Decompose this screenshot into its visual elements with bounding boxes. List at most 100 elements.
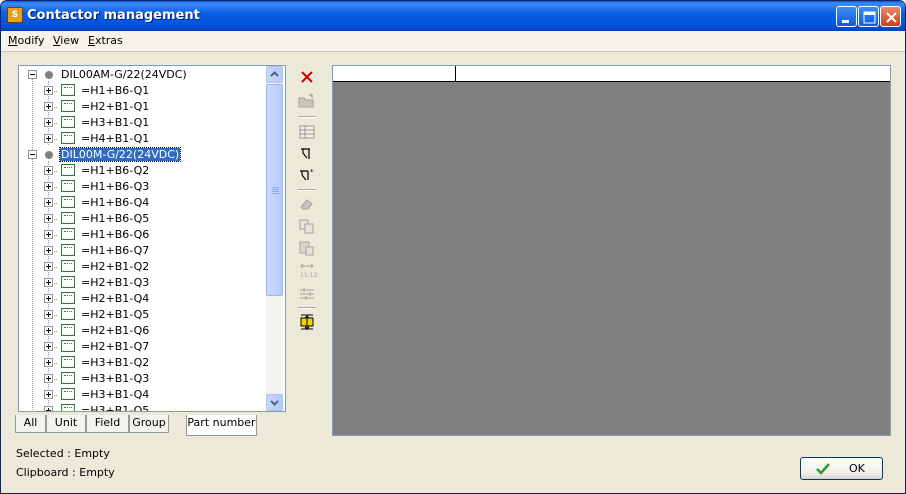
contactor-icon-mark — [64, 247, 72, 249]
tree-item-label: =H2+B1-Q1 — [81, 100, 150, 113]
tree-item-row[interactable]: =H2+B1-Q1 — [19, 99, 267, 115]
tree-item-row[interactable]: =H2+B1-Q7 — [19, 339, 267, 355]
menu-modify[interactable]: Modify — [8, 34, 44, 47]
expand-toggle[interactable] — [44, 406, 53, 411]
copy-button[interactable] — [296, 217, 318, 235]
align-button[interactable] — [296, 284, 318, 302]
thumb-grip — [272, 193, 279, 194]
expand-toggle[interactable] — [44, 342, 53, 351]
tree-scrollbar[interactable] — [266, 66, 283, 411]
tree-item-label: =H1+B6-Q2 — [81, 164, 150, 177]
checkmark-icon — [816, 463, 830, 475]
contactor-icon — [61, 116, 75, 128]
tree-item-label: =H1+B6-Q3 — [81, 180, 150, 193]
menu-extras[interactable]: Extras — [88, 34, 123, 47]
expand-toggle[interactable] — [44, 390, 53, 399]
scroll-up-button[interactable] — [266, 66, 283, 83]
thumb-grip — [272, 187, 279, 188]
expand-toggle[interactable] — [44, 374, 53, 383]
tree-item-row[interactable]: =H1+B6-Q2 — [19, 163, 267, 179]
swap-button[interactable]: 11:12 — [296, 261, 318, 279]
tree-item-row[interactable]: =H3+B1-Q5 — [19, 403, 267, 411]
contactor-tree[interactable]: DIL00AM-G/22(24VDC) =H1+B6-Q1 =H2+B1-Q1 =H3… — [18, 65, 286, 412]
thumb-grip — [272, 189, 279, 190]
open-folder-button[interactable] — [296, 92, 318, 110]
scroll-down-button[interactable] — [266, 394, 283, 411]
expand-toggle[interactable] — [44, 166, 53, 175]
tree-group-row[interactable]: DIL00AM-G/22(24VDC) — [19, 67, 267, 83]
maximize-button[interactable] — [858, 6, 879, 27]
resize-icon — [300, 314, 314, 330]
contact-star-button[interactable]: * — [296, 166, 318, 184]
tree-item-row[interactable]: =H1+B6-Q3 — [19, 179, 267, 195]
tree-group-label: DIL00M-G/22(24VDC) — [58, 147, 182, 162]
tree-item-row[interactable]: =H3+B1-Q3 — [19, 371, 267, 387]
tree-item-row[interactable]: =H2+B1-Q5 — [19, 307, 267, 323]
contactor-icon-mark — [64, 343, 72, 345]
tree-item-row[interactable]: =H1+B6-Q4 — [19, 195, 267, 211]
tree-group-label: DIL00AM-G/22(24VDC) — [61, 68, 187, 81]
grid-header[interactable] — [333, 66, 890, 82]
contactor-icon-mark — [64, 263, 72, 265]
expand-toggle[interactable] — [44, 214, 53, 223]
contactor-icon — [61, 164, 75, 176]
expand-toggle[interactable] — [44, 118, 53, 127]
minimize-button[interactable] — [836, 6, 857, 27]
tree-group-row[interactable]: DIL00M-G/22(24VDC) — [19, 147, 267, 163]
contactor-icon-mark — [64, 103, 72, 105]
expand-toggle[interactable] — [44, 326, 53, 335]
grid-column-divider[interactable] — [455, 66, 456, 82]
title-bar[interactable]: S Contactor management — [1, 1, 905, 31]
tab-all[interactable]: All — [15, 415, 46, 433]
collapse-toggle[interactable] — [28, 70, 37, 79]
tree-item-row[interactable]: =H1+B6-Q6 — [19, 227, 267, 243]
tree-item-row[interactable]: =H1+B6-Q1 — [19, 83, 267, 99]
tree-item-row[interactable]: =H1+B6-Q7 — [19, 243, 267, 259]
expand-toggle[interactable] — [44, 198, 53, 207]
tab-part-number[interactable]: Part number — [186, 415, 257, 436]
contact-grid[interactable] — [332, 65, 891, 436]
tree-item-row[interactable]: =H4+B1-Q1 — [19, 131, 267, 147]
scroll-thumb[interactable] — [266, 84, 283, 296]
expand-toggle[interactable] — [44, 294, 53, 303]
expand-toggle[interactable] — [44, 278, 53, 287]
expand-toggle[interactable] — [44, 230, 53, 239]
collapse-toggle[interactable] — [28, 150, 37, 159]
expand-toggle[interactable] — [44, 134, 53, 143]
expand-toggle[interactable] — [44, 358, 53, 367]
tab-unit[interactable]: Unit — [46, 415, 86, 433]
expand-toggle[interactable] — [44, 246, 53, 255]
tree-item-row[interactable]: =H2+B1-Q4 — [19, 291, 267, 307]
plus-icon-v — [48, 408, 49, 411]
eraser-button[interactable] — [296, 195, 318, 213]
table-button[interactable] — [296, 123, 318, 141]
copy-icon — [299, 219, 314, 234]
paste-button[interactable] — [296, 239, 318, 257]
tab-field[interactable]: Field — [86, 415, 129, 433]
tree-item-row[interactable]: =H3+B1-Q2 — [19, 355, 267, 371]
ok-button[interactable]: OK — [800, 457, 883, 480]
menu-view[interactable]: View — [53, 34, 79, 47]
contactor-icon-mark — [64, 311, 72, 313]
tree-item-row[interactable]: =H1+B6-Q5 — [19, 211, 267, 227]
tree-item-row[interactable]: =H2+B1-Q3 — [19, 275, 267, 291]
tree-item-row[interactable]: =H3+B1-Q1 — [19, 115, 267, 131]
contact-button[interactable] — [296, 145, 318, 163]
plus-icon-v — [48, 344, 49, 349]
close-button[interactable] — [880, 6, 901, 27]
tree-item-row[interactable]: =H2+B1-Q2 — [19, 259, 267, 275]
contactor-icon-mark — [64, 167, 72, 169]
expand-toggle[interactable] — [44, 102, 53, 111]
tree-item-row[interactable]: =H3+B1-Q4 — [19, 387, 267, 403]
expand-toggle[interactable] — [44, 310, 53, 319]
expand-toggle[interactable] — [44, 262, 53, 271]
plus-icon-v — [48, 136, 49, 141]
tab-group[interactable]: Group — [129, 415, 169, 433]
delete-red-button[interactable] — [296, 69, 318, 87]
tree-item-row[interactable]: =H2+B1-Q6 — [19, 323, 267, 339]
expand-toggle[interactable] — [44, 182, 53, 191]
contactor-icon — [61, 356, 75, 368]
resize-button[interactable] — [296, 313, 318, 331]
expand-toggle[interactable] — [44, 86, 53, 95]
plus-icon-v — [48, 120, 49, 125]
